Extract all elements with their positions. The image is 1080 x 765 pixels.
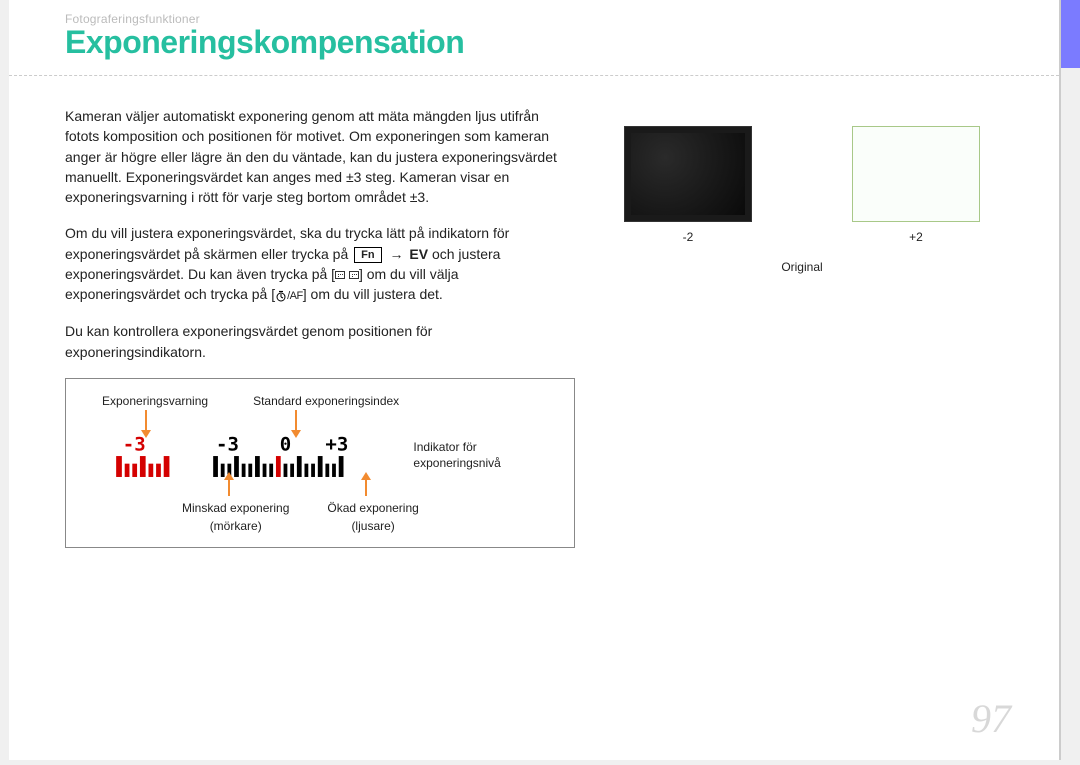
label-indicator: Indikator för exponeringsnivå	[413, 434, 560, 471]
page-number: 97	[971, 695, 1011, 742]
pointer-arrow	[145, 410, 147, 432]
body-text-column: Kameran väljer automatiskt exponering ge…	[65, 106, 575, 548]
fn-button-icon: Fn	[354, 247, 381, 263]
thumb-label-plus2: +2	[852, 230, 980, 244]
paragraph-1: Kameran väljer automatiskt exponering ge…	[65, 106, 575, 207]
exposure-diagram: Exponeringsvarning Standard exponeringsi…	[65, 378, 575, 548]
paragraph-2: Om du vill justera exponeringsvärdet, sk…	[65, 223, 575, 305]
original-label: Original	[575, 260, 1029, 274]
p2-part-d: ] om du vill justera det.	[303, 286, 443, 302]
label-standard: Standard exponeringsindex	[253, 393, 399, 410]
label-increase: Ökad exponering (ljusare)	[327, 500, 418, 535]
page-title: Exponeringskompensation	[65, 24, 1059, 61]
svg-text:-3: -3	[216, 434, 239, 455]
label-decrease: Minskad exponering (mörkare)	[182, 500, 289, 535]
pointer-arrowhead	[141, 430, 151, 438]
display-icon-2	[349, 271, 359, 279]
pointer-arrow	[295, 410, 297, 432]
example-image-dark	[624, 126, 752, 222]
exposure-scale: -3 -3 0 +3	[80, 434, 403, 480]
example-image-bright	[852, 126, 980, 222]
thumbnail-overexposed: +2	[852, 126, 980, 244]
side-tab	[1060, 0, 1080, 68]
display-icon	[335, 271, 345, 279]
manual-page: Fotograferingsfunktioner Exponeringskomp…	[9, 0, 1061, 760]
paragraph-3: Du kan kontrollera exponeringsvärdet gen…	[65, 321, 575, 362]
label-warning: Exponeringsvarning	[102, 393, 208, 410]
thumb-label-minus2: -2	[624, 230, 752, 244]
pointer-arrow	[228, 476, 230, 496]
pointer-arrow	[365, 476, 367, 496]
svg-text:+3: +3	[325, 434, 348, 455]
svg-text:0: 0	[280, 434, 291, 455]
examples-column: -2 +2 Original	[575, 106, 1029, 548]
arrow-icon: →	[390, 246, 404, 262]
ev-label: EV	[409, 246, 428, 262]
thumbnail-underexposed: -2	[624, 126, 752, 244]
timer-af-icon: /AF	[275, 290, 303, 302]
pointer-arrowhead	[291, 430, 301, 438]
